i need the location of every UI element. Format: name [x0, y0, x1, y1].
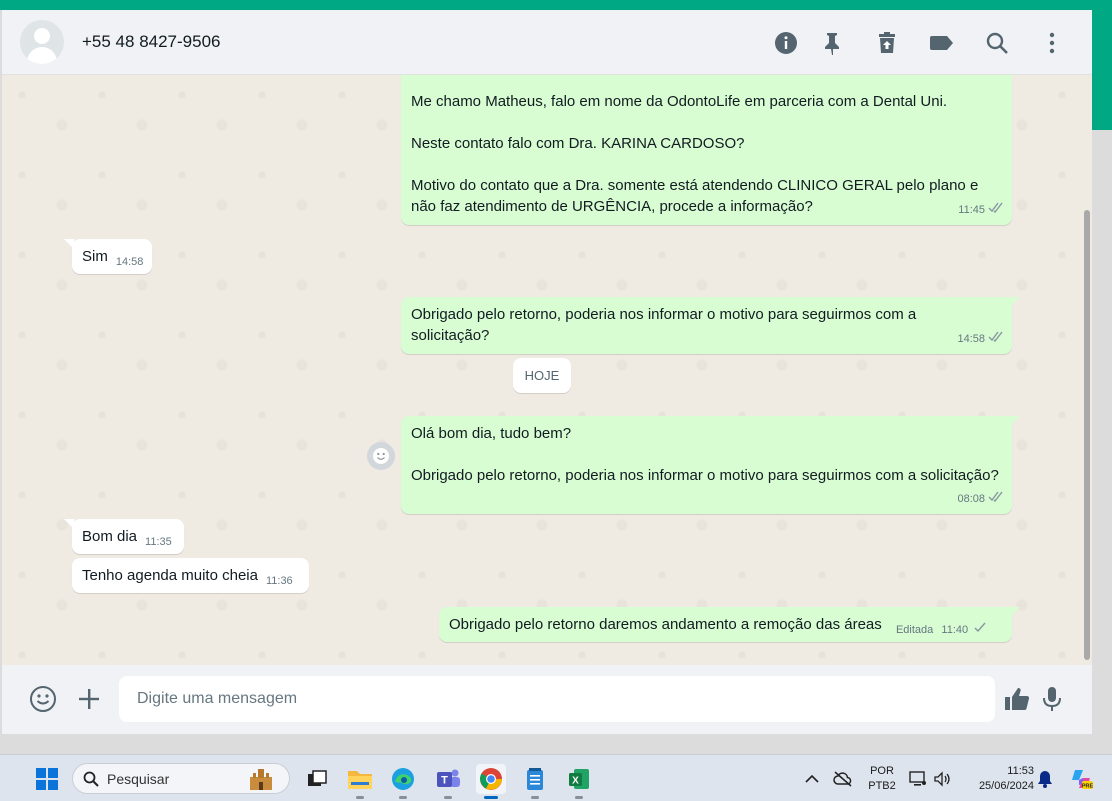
- message-text: Me chamo Matheus, falo em nome da Odonto…: [411, 93, 979, 215]
- message-time: 14:58: [115, 256, 144, 268]
- volume-icon[interactable]: [927, 764, 957, 794]
- emoji-icon[interactable]: [28, 684, 58, 714]
- message-time: 11:45: [958, 204, 985, 216]
- info-icon[interactable]: [773, 30, 799, 56]
- chat-header: +55 48 8427-9506: [2, 10, 1092, 75]
- message-text: Olá bom dia, tudo bem? Obrigado pelo ret…: [411, 425, 999, 484]
- message-text: Tenho agenda muito cheia: [82, 567, 258, 584]
- message-bubble-incoming[interactable]: Tenho agenda muito cheia 11:36: [72, 558, 309, 593]
- message-text: Sim: [82, 248, 108, 265]
- chat-scrollbar-thumb[interactable]: [1084, 210, 1090, 660]
- taskbar-search[interactable]: Pesquisar: [72, 763, 290, 794]
- message-text: Bom dia: [82, 528, 138, 545]
- system-clock[interactable]: 11:53 25/06/2024: [964, 764, 1034, 794]
- windows-start-icon[interactable]: [32, 764, 62, 794]
- message-composer: [2, 665, 1092, 734]
- message-bubble-outgoing[interactable]: Obrigado pelo retorno daremos andamento …: [439, 607, 1020, 642]
- message-time: 11:40: [941, 624, 969, 636]
- message-time: 11:35: [145, 536, 172, 548]
- message-time: 08:08: [957, 493, 985, 505]
- whatsapp-window: +55 48 8427-9506 Me chamo Matheus, falo …: [2, 10, 1092, 734]
- keyboard-layout-label: PTB2: [868, 780, 896, 792]
- message-time: 14:58: [957, 333, 985, 345]
- chat-messages-area[interactable]: Me chamo Matheus, falo em nome da Odonto…: [2, 75, 1092, 665]
- label-icon[interactable]: [929, 30, 955, 56]
- double-check-icon: [988, 489, 1004, 510]
- date-divider: HOJE: [513, 358, 571, 393]
- contact-name[interactable]: +55 48 8427-9506: [82, 32, 221, 52]
- copilot-icon[interactable]: PRE: [1066, 764, 1096, 794]
- contact-avatar[interactable]: [20, 20, 64, 64]
- windows-taskbar: Pesquisar T X POR PTB2 11:53 25/06/2024 …: [0, 754, 1112, 801]
- message-meta: 08:08: [957, 489, 1004, 510]
- input-language-indicator[interactable]: POR PTB2: [866, 764, 898, 794]
- message-bubble-outgoing[interactable]: Obrigado pelo retorno, poderia nos infor…: [401, 297, 1020, 354]
- message-bubble-outgoing[interactable]: Olá bom dia, tudo bem? Obrigado pelo ret…: [401, 416, 1020, 514]
- taskbar-search-label: Pesquisar: [107, 770, 170, 787]
- task-view-icon[interactable]: [302, 764, 332, 794]
- microphone-icon[interactable]: [1037, 684, 1067, 714]
- thumbs-up-icon[interactable]: [1002, 684, 1032, 714]
- message-bubble-incoming[interactable]: Sim 14:58: [64, 239, 152, 274]
- message-text: Obrigado pelo retorno, poderia nos infor…: [411, 306, 917, 344]
- message-text: Obrigado pelo retorno daremos andamento …: [449, 616, 882, 633]
- teams-icon[interactable]: T: [433, 764, 463, 799]
- message-bubble-outgoing[interactable]: Me chamo Matheus, falo em nome da Odonto…: [401, 75, 1012, 225]
- search-highlight-icon: [247, 767, 275, 796]
- clock-time: 11:53: [1007, 765, 1034, 777]
- svg-text:X: X: [572, 776, 579, 787]
- chrome-browser-icon[interactable]: [476, 764, 506, 799]
- notification-bell-icon[interactable]: [1030, 764, 1060, 794]
- tray-chevron-up-icon[interactable]: [797, 764, 827, 794]
- pin-icon[interactable]: [819, 30, 845, 56]
- attach-plus-icon[interactable]: [74, 684, 104, 714]
- message-edited-label: Editada: [895, 624, 934, 636]
- message-time: 11:36: [265, 575, 293, 587]
- more-vertical-icon[interactable]: [1039, 30, 1065, 56]
- message-meta: 11:45: [958, 200, 1004, 221]
- edge-browser-icon[interactable]: [388, 764, 418, 799]
- file-explorer-icon[interactable]: [345, 764, 375, 799]
- single-check-icon: [974, 618, 986, 639]
- search-icon[interactable]: [984, 30, 1010, 56]
- svg-text:PRE: PRE: [1082, 784, 1093, 790]
- double-check-icon: [988, 329, 1004, 350]
- chat-scrollbar[interactable]: [1082, 75, 1092, 665]
- double-check-icon: [988, 200, 1004, 221]
- onedrive-offline-icon[interactable]: [828, 764, 858, 794]
- notepad-icon[interactable]: [520, 764, 550, 799]
- clock-date: 25/06/2024: [978, 780, 1034, 792]
- excel-icon[interactable]: X: [564, 764, 594, 799]
- delete-icon[interactable]: [874, 30, 900, 56]
- window-top-accent: [0, 0, 1112, 10]
- emoji-reaction-icon[interactable]: [367, 442, 395, 470]
- message-bubble-incoming[interactable]: Bom dia 11:35: [64, 519, 184, 554]
- message-input[interactable]: [119, 676, 995, 722]
- language-label: POR: [870, 765, 894, 777]
- search-icon: [83, 771, 99, 787]
- svg-text:T: T: [441, 775, 448, 787]
- window-side-accent: [1092, 10, 1112, 130]
- message-meta: 14:58: [957, 329, 1004, 350]
